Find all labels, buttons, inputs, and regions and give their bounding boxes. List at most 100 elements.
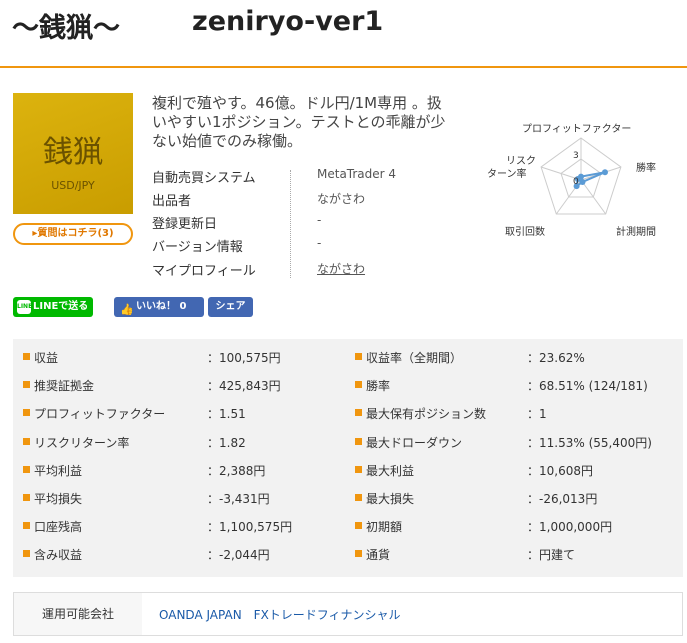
stat-value: ：11.53% (55,400円)	[527, 435, 652, 450]
stat-key: 最大ドローダウン	[366, 435, 463, 450]
stat-value: ：100,575円	[207, 351, 281, 365]
stat-key: 勝率	[366, 379, 391, 394]
product-thumbnail: 銭猟 USD/JPY	[13, 93, 133, 214]
bullet-square-icon	[23, 494, 30, 501]
bullet-square-icon	[23, 437, 30, 445]
stat-value: ：-26,013円	[527, 492, 598, 506]
stat-key: 平均損失	[34, 492, 83, 506]
stat-item: 平均利益 ：2,388円	[23, 455, 343, 483]
product-description: 複利で殖やす。46億。ドル円/1M専用 。扱いやすい1ポジション。テストとの乖離…	[152, 94, 446, 150]
ask-question-label: 質問はコチラ(3)	[37, 228, 114, 239]
line-share-button[interactable]: LINE LINEで送る	[13, 297, 93, 317]
bullet-square-icon	[355, 381, 362, 389]
info-key: マイプロフィール	[152, 264, 256, 279]
stat-value: ：1,100,575円	[207, 520, 293, 535]
bullet-square-icon	[23, 522, 30, 530]
stat-value: ：-3,431円	[207, 492, 270, 506]
ask-question-button[interactable]: ▸質問はコチラ(3)	[13, 223, 133, 245]
info-value: -	[317, 213, 322, 227]
facebook-like-button[interactable]: 👍 いいね！ 0	[114, 297, 204, 317]
profile-link[interactable]: ながさわ	[317, 260, 365, 277]
info-key: 登録更新日	[152, 217, 218, 232]
thumbnail-kanji: 銭猟	[43, 135, 103, 170]
stat-item: 含み収益 ：-2,044円	[23, 539, 343, 567]
stat-value: ：-2,044円	[207, 548, 270, 563]
radar-label-trades: 取引回数	[505, 227, 545, 238]
company-key: 運用可能会社	[14, 593, 142, 635]
stat-value: ：10,608円	[527, 463, 593, 478]
system-version-title: zeniryo-ver1	[192, 6, 384, 37]
stat-key: リスクリターン率	[34, 435, 130, 450]
info-row: 出品者 ながさわ	[152, 187, 452, 209]
stat-key: 最大損失	[366, 492, 415, 506]
bullet-square-icon	[355, 465, 362, 473]
stat-item: 初期額 ：1,000,000円	[355, 511, 675, 539]
info-row: 自動売買システム MetaTrader 4	[152, 164, 452, 186]
bullet-square-icon	[23, 381, 30, 389]
facebook-like-label: いいね！ 0	[136, 301, 187, 312]
radar-point	[602, 169, 608, 176]
stat-item: 最大利益 ：10,608円	[355, 455, 675, 483]
stat-key: 最大保有ポジション数	[366, 407, 487, 422]
line-share-label: LINEで送る	[33, 301, 89, 312]
facebook-share-label: シェア	[215, 301, 246, 312]
bullet-square-icon	[23, 465, 30, 473]
stat-item: 最大損失 ：-26,013円	[355, 483, 675, 511]
available-company-row: 運用可能会社 OANDA JAPAN FXトレードフィナンシャル	[13, 592, 683, 636]
stat-value: ：68.51% (124/181)	[527, 379, 648, 394]
facebook-share-button[interactable]: シェア	[208, 297, 253, 317]
title-bar: 〜銭猟〜 zeniryo-ver1	[0, 0, 687, 68]
radar-label-winrate: 勝率	[636, 163, 656, 174]
radar-label-pf: プロフィットファクター	[522, 124, 632, 135]
bullet-square-icon	[355, 353, 362, 360]
info-row: バージョン情報 -	[152, 233, 452, 255]
info-key: 自動売買システム	[152, 171, 256, 186]
stat-key: 推奨証拠金	[34, 379, 95, 394]
stat-item: 通貨 ：円建て	[355, 539, 675, 567]
stat-value: ：円建て	[527, 548, 576, 563]
radar-chart: 3 0 プロフィットファクター 勝率 計測期間 取引回数 リスク ターン率	[476, 112, 686, 242]
radar-label-risk-2: ターン率	[487, 169, 527, 180]
stat-item: 最大保有ポジション数 ：1	[355, 398, 675, 426]
info-value: ながさわ	[317, 192, 366, 206]
bullet-square-icon	[355, 522, 362, 530]
stat-item: 推奨証拠金 ：425,843円	[23, 370, 343, 398]
info-value: -	[317, 236, 322, 250]
stat-key: プロフィットファクター	[34, 407, 166, 422]
stat-item: 収益 ：100,575円	[23, 342, 343, 370]
stat-key: 平均利益	[34, 463, 83, 478]
bullet-square-icon	[23, 353, 30, 360]
bullet-square-icon	[355, 550, 362, 558]
stat-key: 収益率（全期間）	[366, 351, 463, 365]
thumbnail-pair: USD/JPY	[51, 179, 95, 192]
info-row: マイプロフィール ながさわ	[152, 257, 452, 279]
stat-key: 口座残高	[34, 520, 83, 535]
thumbs-up-icon: 👍	[120, 303, 134, 316]
stat-item: 収益率（全期間） ：23.62%	[355, 342, 675, 370]
stat-key: 収益	[34, 351, 59, 365]
bullet-square-icon	[23, 550, 30, 558]
stat-value: ：425,843円	[207, 379, 281, 394]
stat-item: 最大ドローダウン ：11.53% (55,400円)	[355, 427, 675, 455]
bullet-square-icon	[23, 409, 30, 417]
stat-value: ：1.51	[207, 407, 246, 422]
info-value: MetaTrader 4	[317, 167, 397, 181]
stat-item: 勝率 ：68.51% (124/181)	[355, 370, 675, 398]
info-key: バージョン情報	[152, 240, 243, 255]
company-link[interactable]: OANDA JAPAN FXトレードフィナンシャル	[159, 606, 401, 623]
radar-zero-label: 0	[573, 177, 579, 187]
info-row: 登録更新日 -	[152, 210, 452, 232]
line-icon: LINE	[17, 300, 32, 314]
system-name: 〜銭猟〜	[12, 13, 120, 44]
stat-key: 初期額	[366, 520, 403, 535]
bullet-square-icon	[355, 437, 362, 445]
stat-value: ：2,388円	[207, 463, 266, 478]
stat-item: プロフィットファクター ：1.51	[23, 398, 343, 426]
info-key: 出品者	[152, 194, 192, 209]
stat-key: 通貨	[366, 548, 391, 563]
stat-value: ：1,000,000円	[527, 520, 613, 535]
radar-label-period: 計測期間	[616, 227, 656, 238]
stat-item: 平均損失 ：-3,431円	[23, 483, 343, 511]
bullet-square-icon	[355, 494, 362, 501]
stat-value: ：23.62%	[527, 351, 585, 365]
